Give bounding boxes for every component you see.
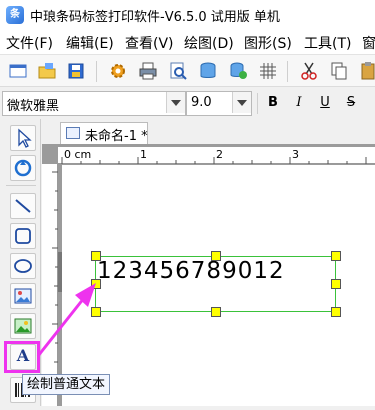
menu-draw[interactable]: 绘图(D) xyxy=(184,33,234,53)
picture-tool-icon[interactable] xyxy=(10,313,36,339)
font-size-value: 9.0 xyxy=(191,95,212,110)
chevron-down-icon[interactable] xyxy=(166,92,185,113)
menu-edit[interactable]: 编辑(E) xyxy=(66,33,114,53)
window-title: 中琅条码标签打印软件-V6.5.0 试用版 单机 xyxy=(30,10,280,25)
cut-icon[interactable] xyxy=(299,61,319,81)
ruler-mark-1: 1 xyxy=(140,148,147,161)
pan-tool-icon[interactable] xyxy=(10,155,36,181)
horizontal-ruler: 0 cm 1 2 3 xyxy=(58,147,375,164)
document-icon xyxy=(66,127,80,139)
open-icon[interactable] xyxy=(37,61,57,81)
paste-icon[interactable] xyxy=(359,61,375,81)
new-icon[interactable] xyxy=(8,61,28,81)
menu-window[interactable]: 窗 xyxy=(362,33,375,53)
toolbar-separator xyxy=(96,61,97,82)
font-name-select[interactable]: 微软雅黑 xyxy=(2,91,186,116)
tool-palette: A xyxy=(0,119,41,406)
ellipse-tool-icon[interactable] xyxy=(10,253,36,279)
tab-document[interactable]: 未命名-1 * xyxy=(60,122,148,144)
font-size-select[interactable]: 9.0 xyxy=(186,91,252,116)
tab-document-label: 未命名-1 * xyxy=(85,129,148,144)
save-icon[interactable] xyxy=(66,61,86,81)
font-name-value: 微软雅黑 xyxy=(7,99,60,114)
bold-button[interactable]: B xyxy=(264,93,282,113)
print-icon[interactable] xyxy=(138,61,158,81)
resize-handle-sw[interactable] xyxy=(91,307,101,317)
menu-bar: 文件(F) 编辑(E) 查看(V) 绘图(D) 图形(S) 工具(T) 窗 xyxy=(0,30,375,54)
menu-view[interactable]: 查看(V) xyxy=(125,33,174,53)
resize-handle-e[interactable] xyxy=(331,279,341,289)
resize-handle-w[interactable] xyxy=(91,279,101,289)
ruler-ticks xyxy=(52,171,58,382)
print-preview-icon[interactable] xyxy=(168,61,188,81)
settings-icon[interactable] xyxy=(108,61,128,81)
italic-button[interactable]: I xyxy=(290,93,308,113)
menu-shape[interactable]: 图形(S) xyxy=(244,33,292,53)
resize-handle-nw[interactable] xyxy=(91,251,101,261)
select-pointer-icon[interactable] xyxy=(10,125,36,151)
rectangle-tool-icon[interactable] xyxy=(10,223,36,249)
title-bar: 条 中琅条码标签打印软件-V6.5.0 试用版 单机 xyxy=(0,0,375,30)
menu-tools[interactable]: 工具(T) xyxy=(304,33,351,53)
toolbar-separator xyxy=(257,93,258,114)
resize-handle-se[interactable] xyxy=(331,307,341,317)
ruler-mark-3: 3 xyxy=(292,148,299,161)
line-tool-icon[interactable] xyxy=(10,193,36,219)
app-icon: 条 xyxy=(6,6,24,24)
underline-button[interactable]: U xyxy=(316,93,334,113)
main-toolbar xyxy=(0,54,375,87)
data-source-icon[interactable] xyxy=(228,61,248,81)
ruler-origin-label: 0 cm xyxy=(64,148,92,161)
database-icon[interactable] xyxy=(198,61,218,81)
format-toolbar: 微软雅黑 9.0 B I U S xyxy=(0,88,375,118)
menu-file[interactable]: 文件(F) xyxy=(6,33,53,53)
resize-handle-s[interactable] xyxy=(211,307,221,317)
tooltip: 绘制普通文本 xyxy=(22,374,111,395)
resize-handle-n[interactable] xyxy=(211,251,221,261)
toolbar-separator xyxy=(287,61,288,82)
grid-icon[interactable] xyxy=(258,61,278,81)
vertical-ruler xyxy=(42,164,58,406)
palette-separator xyxy=(6,185,36,186)
text-object[interactable]: 123456789012 xyxy=(97,258,285,284)
strikethrough-button[interactable]: S xyxy=(342,93,360,113)
text-tool-button[interactable]: A xyxy=(10,344,36,370)
ruler-mark-2: 2 xyxy=(216,148,223,161)
canvas-edge-shadow xyxy=(58,252,62,292)
copy-icon[interactable] xyxy=(329,61,349,81)
resize-handle-ne[interactable] xyxy=(331,251,341,261)
chevron-down-icon[interactable] xyxy=(232,92,251,113)
image-tool-icon[interactable] xyxy=(10,283,36,309)
